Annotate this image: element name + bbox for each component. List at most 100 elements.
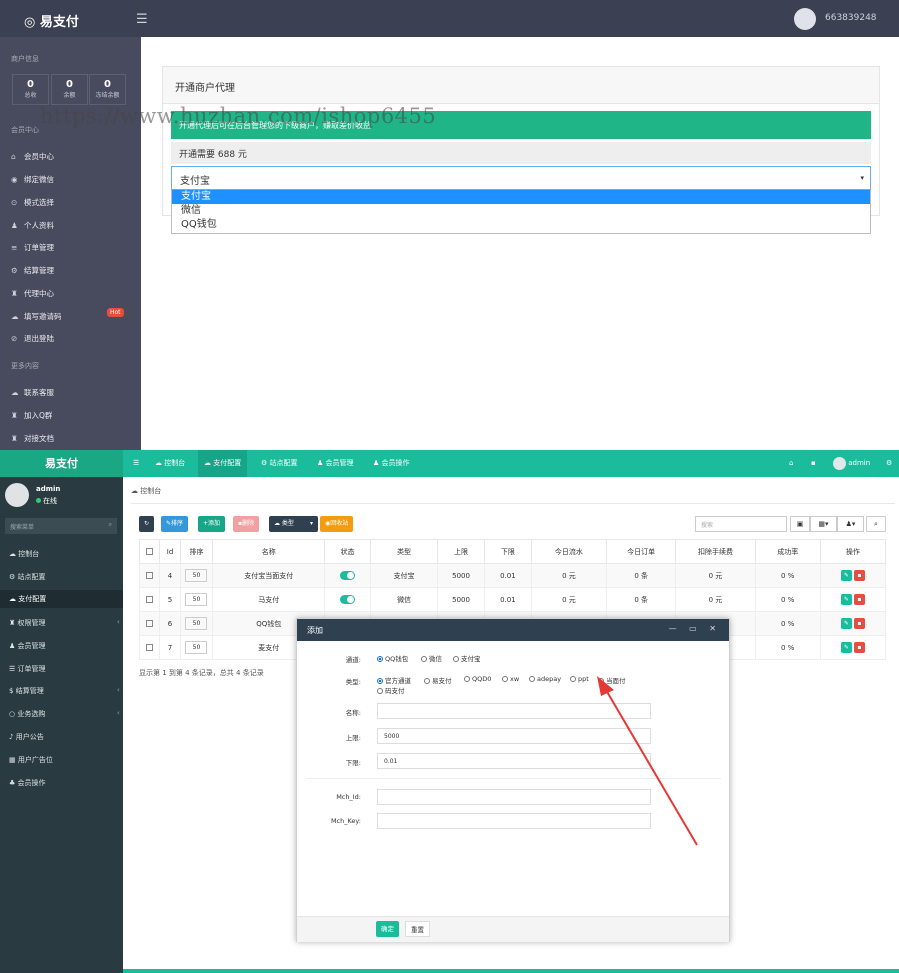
- mch-id-field[interactable]: [377, 789, 651, 805]
- user-menu[interactable]: admin: [827, 450, 876, 477]
- admin-sidebar: admin 在线 搜索菜单 ⌕ ☁ 控制台 ⚙ 站点配置 ☁ 支付配置 ♜ 权限管…: [0, 477, 123, 973]
- sort-button[interactable]: ✎排序: [161, 516, 189, 532]
- recycle-button[interactable]: ◉回收站: [320, 516, 354, 532]
- name-field[interactable]: [377, 703, 651, 719]
- sidebar-item-settle[interactable]: ⚙ 结算管理: [11, 265, 54, 276]
- sort-input: 50: [185, 617, 208, 630]
- menu-search-input[interactable]: 搜索菜单 ⌕: [5, 518, 117, 534]
- order-icon: ☰: [9, 665, 16, 673]
- export-dropdown[interactable]: ♟▾: [837, 516, 864, 532]
- columns-dropdown[interactable]: ▦▾: [810, 516, 837, 532]
- avatar[interactable]: [794, 8, 816, 30]
- confirm-button[interactable]: 确定: [376, 921, 399, 937]
- wechat-icon: ◉: [11, 175, 18, 184]
- search-icon: ⌕: [108, 521, 112, 528]
- sidebar-item-agent[interactable]: ♜ 代理中心: [11, 288, 54, 299]
- online-status: 在线: [36, 496, 57, 506]
- menu-toggle-icon[interactable]: ☰: [127, 450, 145, 477]
- sidebar-item-member-center[interactable]: ⌂ 会员中心: [11, 151, 54, 162]
- sidebar-item-invite[interactable]: ☁ 填写邀请码: [11, 311, 62, 322]
- option-wechat[interactable]: 微信: [172, 204, 870, 218]
- side-announce[interactable]: ♪ 用户公告: [9, 732, 44, 742]
- side-payment-config[interactable]: ☁ 支付配置: [0, 590, 123, 608]
- side-site-config[interactable]: ⚙ 站点配置: [9, 572, 46, 582]
- delete-icon[interactable]: ▪: [853, 642, 865, 653]
- sidebar: 商户信息 0 总收 0 余额 0 冻结余额 会员中心 ⌂ 会员中心 ◉ 绑定微信 ⊙ 模式选…: [0, 37, 141, 450]
- mch-key-field[interactable]: [377, 813, 651, 829]
- home-icon[interactable]: ⌂: [783, 450, 799, 477]
- sidebar-item-mode[interactable]: ⊙ 模式选择: [11, 197, 54, 208]
- sidebar-item-bind-wechat[interactable]: ◉ 绑定微信: [11, 174, 54, 185]
- sidebar-item-logout[interactable]: ⊘ 退出登陆: [11, 333, 54, 344]
- payment-select[interactable]: 支付宝 ▾: [171, 166, 871, 190]
- modal-header: 添加 — ▭ ✕: [297, 619, 729, 641]
- radio-channel-wechat[interactable]: 微信: [421, 653, 442, 663]
- side-member-manage[interactable]: ♟ 会员管理: [9, 641, 46, 651]
- nav-site-config[interactable]: ⚙ 站点配置: [255, 450, 304, 477]
- edit-icon[interactable]: ✎: [840, 642, 852, 653]
- trash-icon[interactable]: ▪: [805, 450, 822, 477]
- user-icon: ♟: [9, 642, 16, 650]
- window-controls[interactable]: — ▭ ✕: [669, 624, 721, 633]
- option-alipay[interactable]: 支付宝: [172, 190, 870, 204]
- side-permissions[interactable]: ♜ 权限管理 ‹: [9, 618, 120, 628]
- side-settle-manage[interactable]: $ 结算管理 ‹: [9, 686, 120, 696]
- radio-type-adepay[interactable]: adepay: [529, 675, 561, 683]
- option-qq-wallet[interactable]: QQ钱包: [172, 218, 870, 232]
- menu-icon[interactable]: ☰: [136, 12, 148, 27]
- nav-payment-config[interactable]: ☁ 支付配置: [198, 450, 248, 477]
- radio-type-official[interactable]: 官方通道: [377, 675, 411, 685]
- refresh-button[interactable]: ↻: [139, 516, 155, 532]
- side-order-manage[interactable]: ☰ 订单管理: [9, 664, 46, 674]
- type-dropdown[interactable]: ☁ 类型 ▾: [269, 516, 318, 532]
- side-dashboard[interactable]: ☁ 控制台: [9, 549, 39, 559]
- edit-icon[interactable]: ✎: [840, 570, 852, 581]
- delete-icon[interactable]: ▪: [853, 594, 865, 605]
- nav-dashboard[interactable]: ☁ 控制台: [149, 450, 191, 477]
- admin-logo[interactable]: 易支付: [0, 450, 123, 477]
- side-business[interactable]: ○ 业务选购 ‹: [9, 709, 120, 719]
- sidebar-item-support[interactable]: ☁ 联系客服: [11, 387, 54, 398]
- edit-icon[interactable]: ✎: [840, 618, 852, 629]
- sidebar-item-profile[interactable]: ♟ 个人资料: [11, 220, 54, 231]
- delete-icon[interactable]: ▪: [853, 570, 865, 581]
- mch-id-label: Mch_Id:: [336, 793, 361, 801]
- sort-input: 50: [185, 641, 208, 654]
- mch-key-label: Mch_Key:: [330, 817, 361, 825]
- search-icon[interactable]: ⌕: [866, 516, 886, 532]
- min-field[interactable]: 0.01: [377, 753, 651, 769]
- app-logo[interactable]: ◎ 易支付: [24, 11, 79, 30]
- radio-channel-qq[interactable]: QQ钱包: [377, 653, 408, 663]
- gear-icon: ⚙: [9, 573, 16, 581]
- gear-icon: ⚙: [261, 459, 270, 467]
- delete-button[interactable]: ▪删除: [233, 516, 260, 532]
- dashboard-icon: ☁: [155, 459, 165, 467]
- sidebar-item-qq-group[interactable]: ♜ 加入Q群: [11, 410, 52, 421]
- select-all-checkbox: [146, 548, 154, 555]
- table-header: Id 排序 名称 状态 类型 上限 下限 今日流水 今日订单 扣除手续费 成功率…: [138, 539, 887, 564]
- edit-icon[interactable]: ✎: [840, 594, 852, 605]
- hot-badge: Hot: [107, 308, 124, 317]
- sidebar-item-docs[interactable]: ♜ 对接文档: [11, 433, 54, 444]
- add-button[interactable]: +添加: [198, 516, 226, 532]
- radio-channel-alipay[interactable]: 支付宝: [453, 653, 481, 663]
- max-field[interactable]: 5000: [377, 728, 651, 744]
- nav-member-manage[interactable]: ♟ 会员管理: [311, 450, 360, 477]
- side-member-ops[interactable]: ♣ 会员操作: [9, 778, 46, 788]
- side-ads[interactable]: ▦ 用户广告位: [9, 755, 53, 765]
- table-search-input[interactable]: 搜索: [695, 516, 787, 532]
- delete-icon[interactable]: ▪: [853, 618, 865, 629]
- settings-icon[interactable]: ⚙: [880, 450, 898, 477]
- toggle-view-icon[interactable]: ▣: [790, 516, 810, 532]
- reset-button[interactable]: 重置: [405, 921, 430, 937]
- radio-type-codepay[interactable]: 码支付: [377, 685, 405, 695]
- radio-type-qqd0[interactable]: QQD0: [464, 675, 491, 683]
- cloud-icon: ☁: [9, 595, 16, 603]
- radio-type-ppt[interactable]: ppt: [570, 675, 589, 683]
- radio-type-epay[interactable]: 易支付: [424, 675, 452, 685]
- radio-type-xw[interactable]: xw: [502, 675, 519, 683]
- online-dot-icon: [36, 498, 41, 503]
- sidebar-item-orders[interactable]: ≡ 订单管理: [11, 242, 54, 253]
- radio-type-facepay[interactable]: 当面付: [598, 675, 626, 685]
- nav-member-ops[interactable]: ♟ 会员操作: [367, 450, 416, 477]
